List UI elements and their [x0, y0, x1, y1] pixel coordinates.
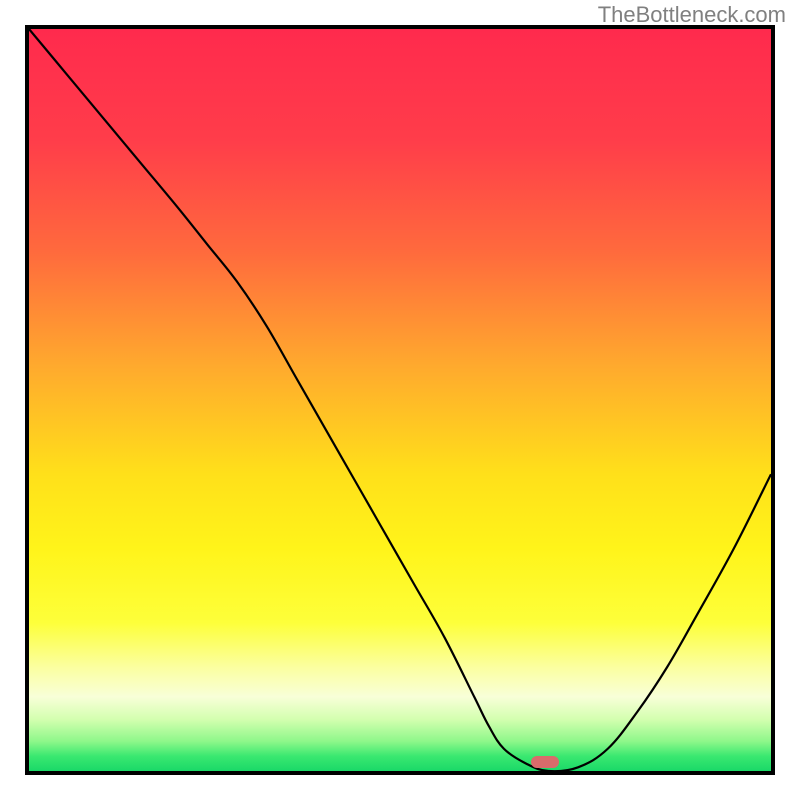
watermark-text: TheBottleneck.com: [598, 2, 786, 28]
chart-container: [25, 25, 775, 775]
plot-area: [25, 25, 775, 775]
curve-line: [29, 29, 771, 771]
optimal-marker: [531, 756, 559, 768]
